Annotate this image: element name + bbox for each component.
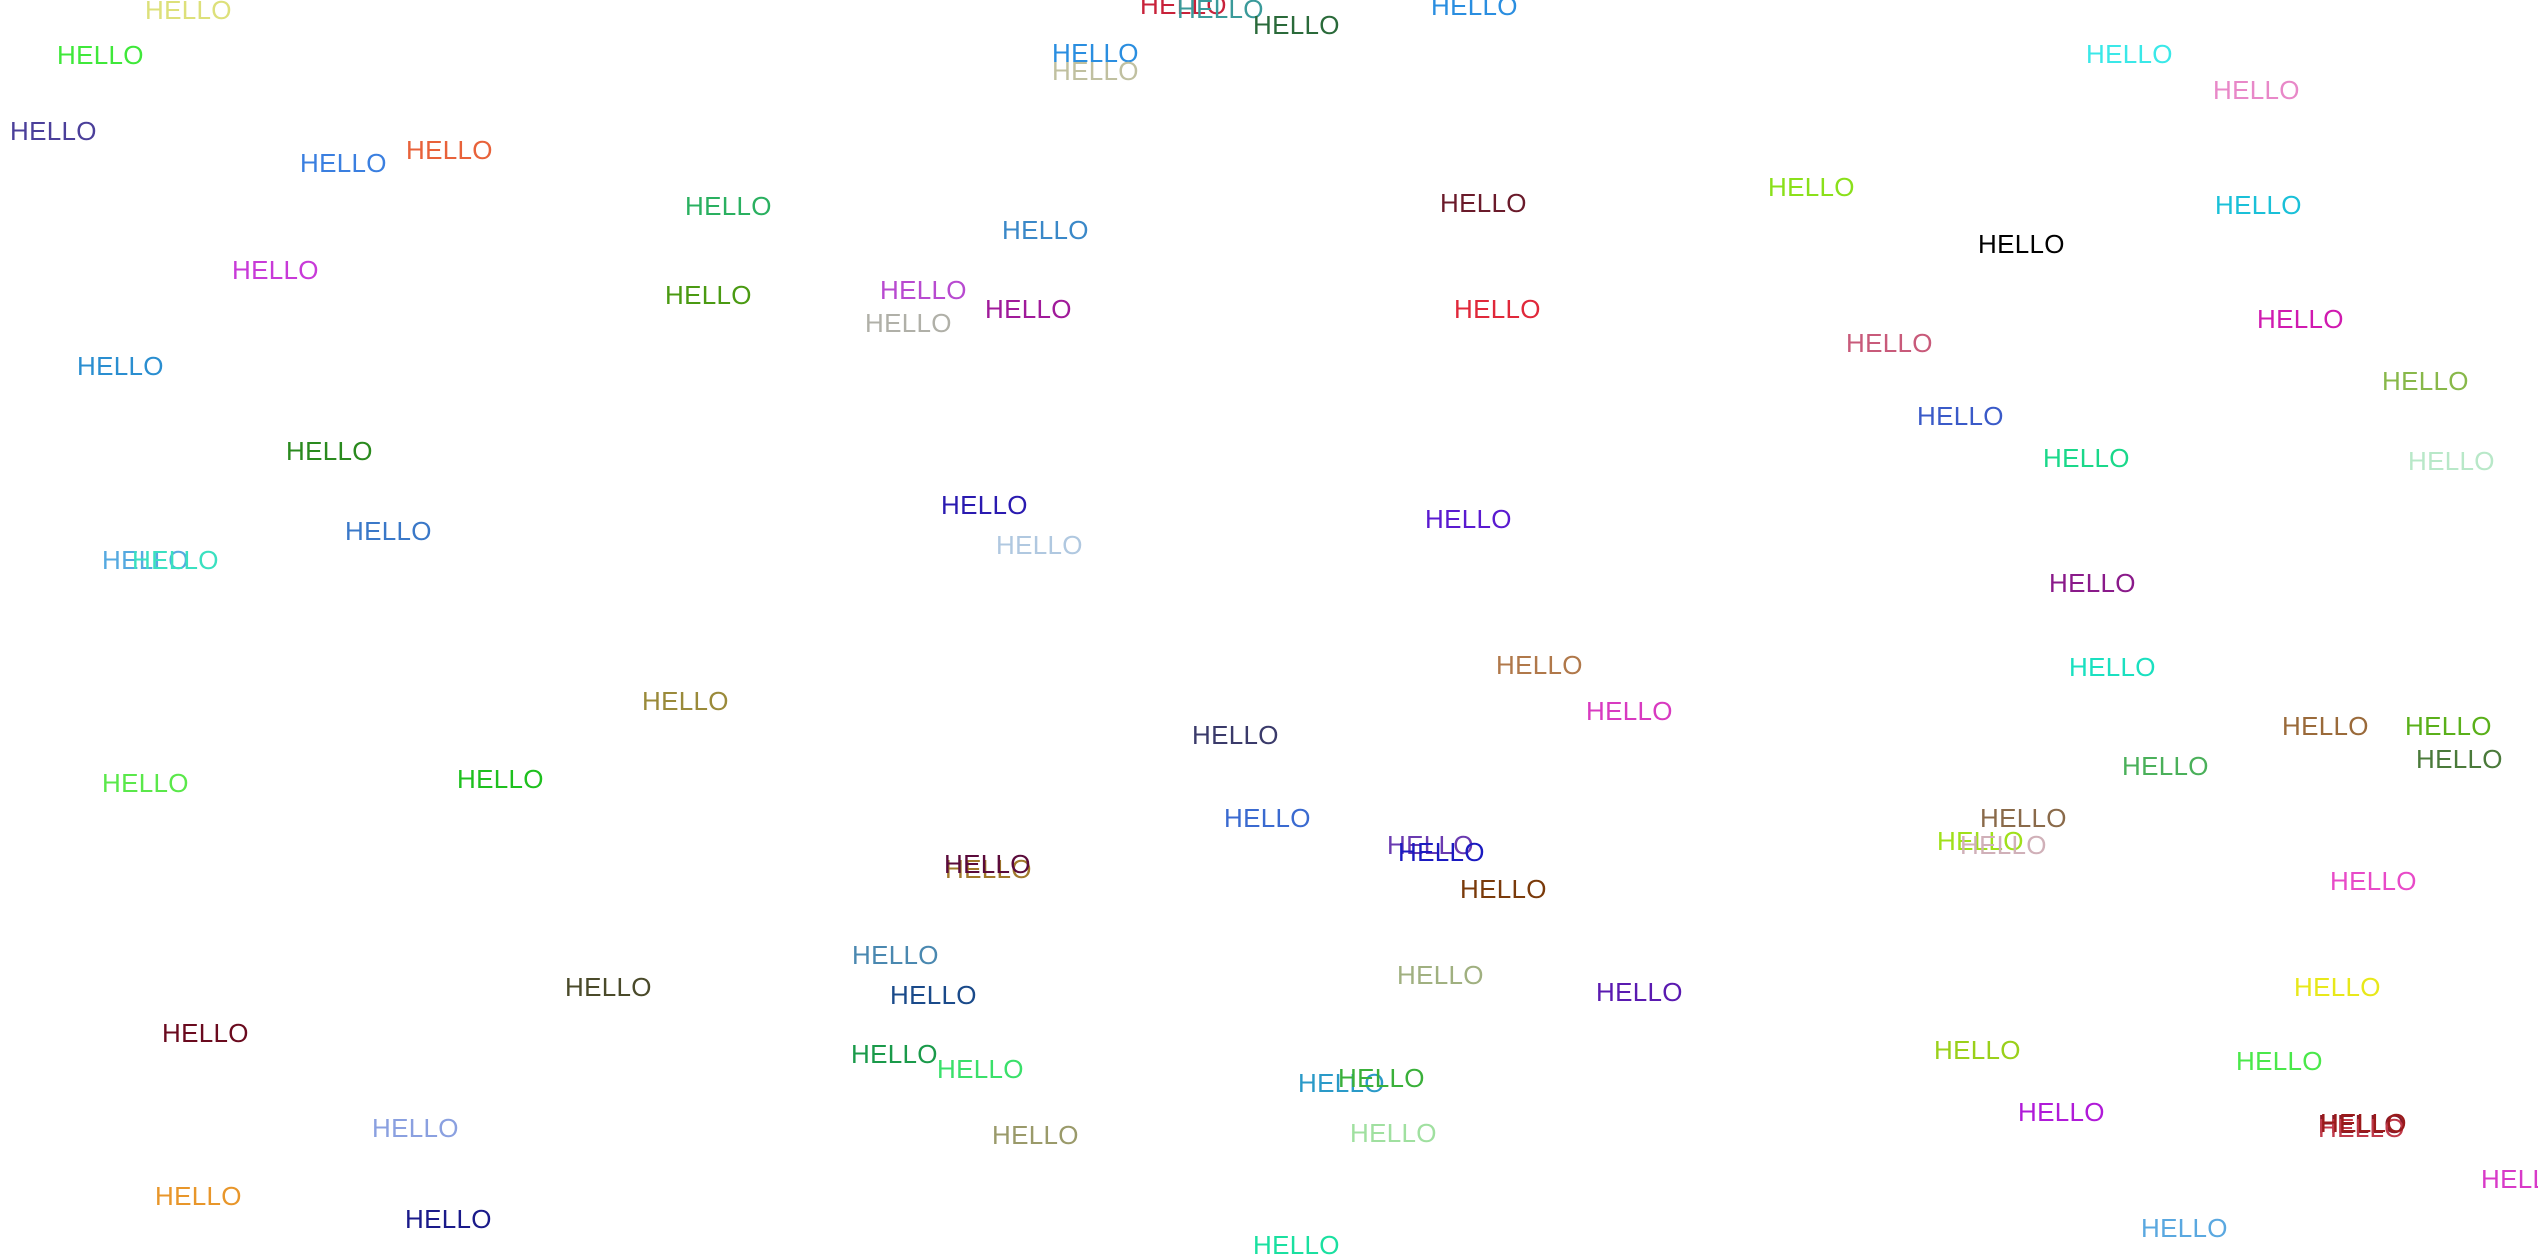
hello-word: HELLO — [852, 940, 939, 970]
hello-word: HELLO — [937, 1054, 1024, 1084]
hello-word: HELLO — [2405, 711, 2492, 741]
hello-word: HELLO — [1960, 830, 2047, 860]
hello-word: HELLO — [155, 1181, 242, 1211]
hello-word: HELLO — [2294, 972, 2381, 1002]
hello-word: HELLO — [665, 280, 752, 310]
hello-word: HELLO — [1596, 977, 1683, 1007]
hello-word: HELLO — [345, 516, 432, 546]
hello-word: HELLO — [2049, 568, 2136, 598]
hello-word: HELLO — [2141, 1213, 2228, 1243]
hello-word: HELLO — [1338, 1063, 1425, 1093]
hello-word: HELLO — [2382, 366, 2469, 396]
hello-word: HELLO — [685, 191, 772, 221]
hello-word: HELLO — [1253, 10, 1340, 40]
hello-word: HELLO — [2330, 866, 2417, 896]
hello-word: HELLO — [232, 255, 319, 285]
hello-word: HELLO — [1192, 720, 1279, 750]
hello-word: HELLO — [1398, 837, 1485, 867]
hello-word: HELLO — [2086, 39, 2173, 69]
hello-word: HELLO — [1846, 328, 1933, 358]
hello-word: HELLO — [2408, 446, 2495, 476]
hello-word: HELLO — [2481, 1164, 2538, 1194]
hello-word: HELLO — [865, 308, 952, 338]
hello-word: HELLO — [1052, 56, 1139, 86]
hello-word: HELLO — [1431, 0, 1518, 21]
hello-word: HELLO — [2213, 75, 2300, 105]
hello-word: HELLO — [1224, 803, 1311, 833]
hello-word: HELLO — [565, 972, 652, 1002]
hello-word: HELLO — [372, 1113, 459, 1143]
hello-word: HELLO — [300, 148, 387, 178]
hello-word: HELLO — [1454, 294, 1541, 324]
hello-word: HELLO — [2122, 751, 2209, 781]
hello-word: HELLO — [1460, 874, 1547, 904]
hello-word: HELLO — [1768, 172, 1855, 202]
hello-word: HELLO — [2282, 711, 2369, 741]
hello-word: HELLO — [10, 116, 97, 146]
hello-word: HELLO — [642, 686, 729, 716]
hello-word: HELLO — [57, 40, 144, 70]
hello-word: HELLO — [2215, 190, 2302, 220]
hello-word: HELLO — [406, 135, 493, 165]
hello-word: HELLO — [2069, 652, 2156, 682]
hello-word: HELLO — [132, 545, 219, 575]
hello-word: HELLO — [405, 1204, 492, 1234]
hello-word: HELLO — [162, 1018, 249, 1048]
hello-word: HELLO — [145, 0, 232, 25]
hello-word: HELLO — [2320, 1108, 2407, 1138]
hello-word: HELLO — [102, 768, 189, 798]
hello-word: HELLO — [992, 1120, 1079, 1150]
hello-word: HELLO — [2236, 1046, 2323, 1076]
hello-word: HELLO — [851, 1039, 938, 1069]
hello-word: HELLO — [1440, 188, 1527, 218]
hello-word: HELLO — [880, 275, 967, 305]
hello-word: HELLO — [77, 351, 164, 381]
hello-word: HELLO — [286, 436, 373, 466]
hello-word-canvas: HELLO HELLO HELLO HELLO HELLO HELLO HELLO HELLO… — [0, 0, 2538, 1258]
hello-word: HELLO — [1253, 1230, 1340, 1260]
hello-word: HELLO — [1917, 401, 2004, 431]
hello-word: HELLO — [1934, 1035, 2021, 1065]
hello-word: HELLO — [944, 849, 1031, 879]
hello-word: HELLO — [985, 294, 1072, 324]
hello-word: HELLO — [2416, 744, 2503, 774]
hello-word: HELLO — [1425, 504, 1512, 534]
hello-word: HELLO — [1496, 650, 1583, 680]
hello-word: HELLO — [1978, 229, 2065, 259]
hello-word: HELLO — [1586, 696, 1673, 726]
hello-word: HELLO — [2257, 304, 2344, 334]
hello-word: HELLO — [1177, 0, 1264, 24]
hello-word: HELLO — [890, 980, 977, 1010]
hello-word: HELLO — [941, 490, 1028, 520]
hello-word: HELLO — [2043, 443, 2130, 473]
hello-word: HELLO — [1397, 960, 1484, 990]
hello-word: HELLO — [1002, 215, 1089, 245]
hello-word: HELLO — [2018, 1097, 2105, 1127]
hello-word: HELLO — [996, 530, 1083, 560]
hello-word: HELLO — [1350, 1118, 1437, 1148]
hello-word: HELLO — [457, 764, 544, 794]
